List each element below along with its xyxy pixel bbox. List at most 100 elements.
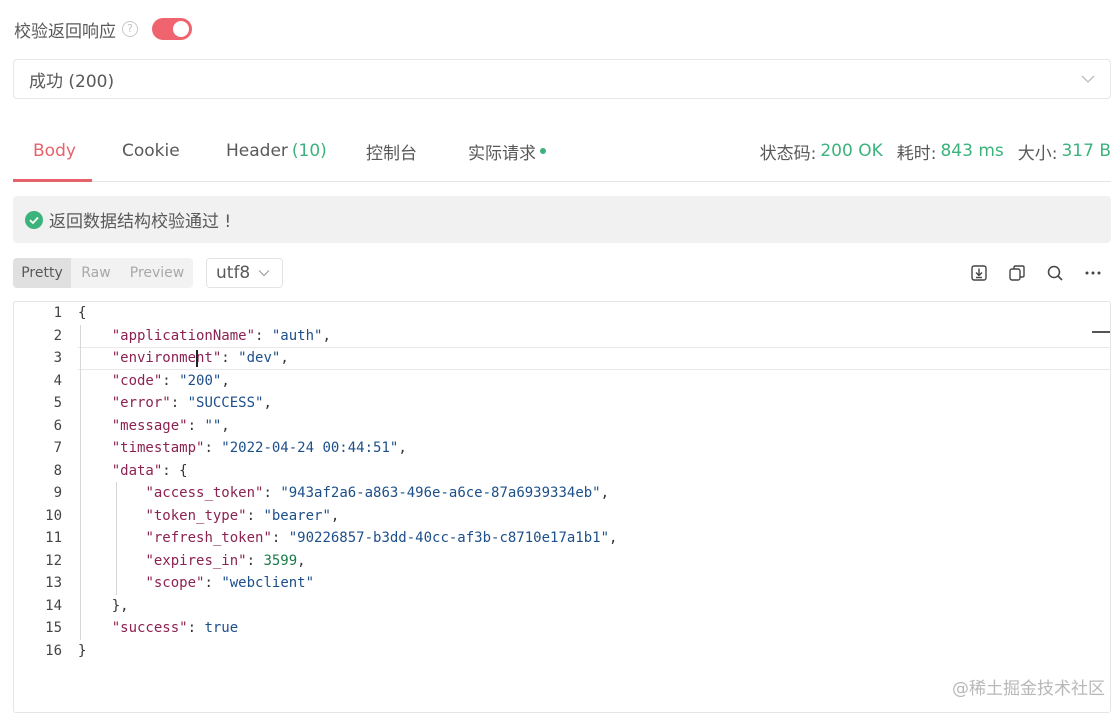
- code-token: ,: [322, 327, 331, 344]
- code-token: ,: [280, 350, 289, 366]
- chevron-down-icon: [1081, 75, 1095, 83]
- code-token: "SUCCESS": [187, 395, 264, 411]
- view-mode-raw[interactable]: Raw: [71, 258, 121, 288]
- response-select-value: 成功 (200): [29, 71, 115, 92]
- code-token: :: [246, 507, 264, 524]
- view-mode-switch: Pretty Raw Preview: [13, 258, 193, 288]
- code-token: {: [78, 305, 87, 321]
- code-token: :: [187, 620, 205, 636]
- code-token: "943af2a6-a863-496e-a6ce-87a6939334eb": [280, 485, 601, 501]
- code-token: "200": [179, 372, 222, 389]
- overview-ruler-mark: [1092, 331, 1110, 333]
- copy-icon[interactable]: [1007, 263, 1027, 283]
- size-value: 317 B: [1061, 141, 1111, 161]
- code-token: "2022-04-24 00:44:51": [221, 440, 399, 456]
- line-number: 12: [45, 552, 62, 569]
- code-token: ,: [221, 417, 230, 434]
- code-token: "error": [111, 395, 171, 411]
- code-token: ,: [398, 440, 407, 456]
- tab-actual-request[interactable]: 实际请求: [468, 120, 546, 182]
- code-token: "message": [111, 417, 188, 434]
- tab-console-label: 控制台: [366, 143, 417, 164]
- code-token: "auth": [271, 327, 323, 344]
- code-line: "expires_in": 3599,: [78, 550, 306, 573]
- code-token: ,: [297, 552, 306, 569]
- watermark: @稀土掘金技术社区: [952, 679, 1105, 699]
- line-number: 6: [53, 417, 62, 434]
- check-circle-icon: [25, 210, 43, 229]
- code-token: ,: [609, 530, 618, 546]
- validation-row: 校验返回响应 ?: [14, 14, 192, 44]
- search-icon[interactable]: [1045, 263, 1065, 283]
- code-line: }: [78, 640, 86, 663]
- status-code-label: 状态码:: [759, 143, 817, 164]
- code-token: },: [78, 597, 129, 614]
- line-number: 9: [53, 485, 62, 501]
- code-token: "code": [111, 372, 163, 389]
- tab-console[interactable]: 控制台: [366, 120, 417, 182]
- code-line: {: [78, 302, 86, 325]
- validation-toggle[interactable]: [152, 18, 192, 40]
- code-line: "message": "",: [78, 415, 230, 438]
- line-number: 15: [45, 620, 62, 636]
- time-label: 耗时:: [896, 143, 937, 164]
- tab-actual-request-label: 实际请求: [468, 143, 536, 164]
- code-token: "dev": [238, 350, 281, 366]
- view-mode-preview[interactable]: Preview: [121, 258, 193, 288]
- encoding-select[interactable]: utf8: [206, 258, 283, 288]
- code-token: :: [263, 485, 281, 501]
- tab-body-label: Body: [33, 141, 76, 161]
- line-number: 7: [53, 440, 62, 456]
- tab-cookie[interactable]: Cookie: [122, 120, 180, 182]
- code-token: "expires_in": [145, 552, 247, 569]
- toggle-knob: [173, 21, 189, 37]
- line-number: 10: [45, 507, 62, 524]
- code-token: "data": [111, 462, 163, 479]
- line-number: 4: [53, 372, 62, 389]
- response-body-editor[interactable]: 1 2 3 4 5 6 7 8 9 10 11 12 13 14 15 16 { "applicationNa…: [13, 301, 1111, 713]
- code-token: "timestamp": [111, 440, 205, 456]
- code-token: :: [170, 395, 188, 411]
- time-value: 843 ms: [940, 141, 1004, 161]
- line-number: 11: [45, 530, 62, 546]
- body-toolbar: Pretty Raw Preview utf8: [13, 258, 1111, 288]
- more-icon[interactable]: [1083, 263, 1103, 283]
- code-line: "refresh_token": "90226857-b3dd-40cc-af3…: [78, 527, 617, 550]
- code-token: "bearer": [263, 507, 331, 524]
- chevron-down-icon: [258, 270, 270, 277]
- line-number: 3: [53, 350, 62, 366]
- code-token: :: [204, 575, 222, 591]
- code-token: ,: [221, 372, 230, 389]
- code-line: "scope": "webclient": [78, 572, 314, 595]
- text-caret: [196, 350, 198, 367]
- code-token: :: [187, 417, 205, 434]
- code-line: "applicationName": "auth",: [78, 325, 331, 348]
- code-token: :: [162, 372, 180, 389]
- tab-body[interactable]: Body: [33, 120, 76, 182]
- code-line: "access_token": "943af2a6-a863-496e-a6ce…: [78, 482, 609, 505]
- active-tab-indicator: [13, 179, 92, 182]
- code-token: :: [204, 440, 222, 456]
- code-token: }: [78, 642, 87, 659]
- code-line: "code": "200",: [78, 370, 230, 393]
- response-select[interactable]: 成功 (200): [13, 59, 1111, 99]
- code-token: "scope": [145, 575, 205, 591]
- encoding-value: utf8: [216, 263, 251, 283]
- status-dot: [540, 148, 546, 154]
- view-mode-pretty[interactable]: Pretty: [13, 258, 71, 288]
- tab-header[interactable]: Header (10): [226, 120, 327, 182]
- help-icon[interactable]: ?: [122, 21, 138, 37]
- line-number: 16: [45, 642, 62, 659]
- validation-label: 校验返回响应: [14, 21, 116, 42]
- code-line: "data": {: [78, 460, 188, 483]
- alert-text: 返回数据结构校验通过 !: [49, 212, 232, 232]
- download-icon[interactable]: [969, 263, 989, 283]
- code-token: :: [221, 350, 239, 366]
